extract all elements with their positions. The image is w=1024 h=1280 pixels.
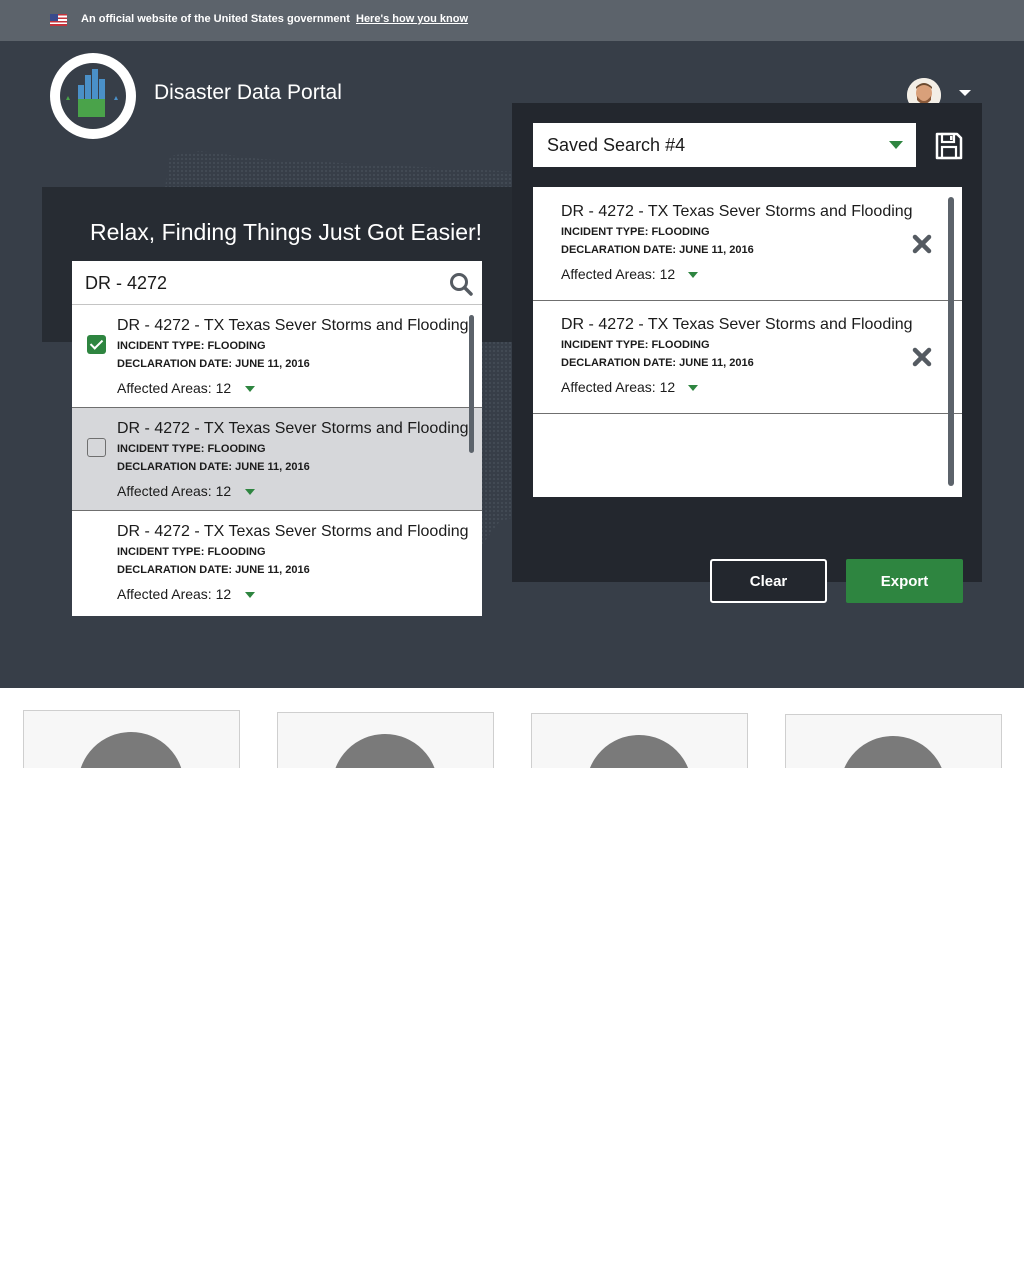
list-item[interactable]: DR - 4272 - TX Texas Sever Storms and Fl… bbox=[72, 305, 482, 408]
result-affected-areas: Affected Areas: 12 bbox=[117, 380, 232, 396]
portal-title: Disaster Data Portal bbox=[154, 81, 342, 104]
profile-card[interactable] bbox=[785, 714, 1002, 768]
saved-search-select[interactable]: Saved Search #4 bbox=[533, 123, 916, 167]
saved-item-title: DR - 4272 - TX Texas Sever Storms and Fl… bbox=[561, 203, 913, 220]
saved-list-scrollbar[interactable] bbox=[948, 197, 954, 486]
hud-seal-logo bbox=[50, 53, 136, 139]
checkbox-unchecked[interactable] bbox=[87, 438, 106, 457]
close-icon[interactable] bbox=[912, 234, 932, 254]
result-affected-areas: Affected Areas: 12 bbox=[117, 586, 232, 602]
profile-card[interactable] bbox=[277, 712, 494, 768]
result-incident-type: INCIDENT TYPE: FLOODING bbox=[117, 443, 266, 455]
chevron-down-icon[interactable] bbox=[245, 489, 255, 495]
chevron-down-icon[interactable] bbox=[688, 272, 698, 278]
result-title: DR - 4272 - TX Texas Sever Storms and Fl… bbox=[117, 317, 469, 334]
list-item: DR - 4272 - TX Texas Sever Storms and Fl… bbox=[533, 187, 962, 301]
saved-items-list: DR - 4272 - TX Texas Sever Storms and Fl… bbox=[533, 187, 962, 497]
gov-banner-link[interactable]: Here's how you know bbox=[356, 13, 468, 25]
saved-item-declaration-date: DECLARATION DATE: JUNE 11, 2016 bbox=[561, 357, 754, 369]
result-declaration-date: DECLARATION DATE: JUNE 11, 2016 bbox=[117, 461, 310, 473]
result-declaration-date: DECLARATION DATE: JUNE 11, 2016 bbox=[117, 564, 310, 576]
chevron-down-icon[interactable] bbox=[245, 386, 255, 392]
search-results-list: DR - 4272 - TX Texas Sever Storms and Fl… bbox=[72, 305, 482, 616]
result-incident-type: INCIDENT TYPE: FLOODING bbox=[117, 340, 266, 352]
result-affected-areas: Affected Areas: 12 bbox=[117, 483, 232, 499]
profile-card[interactable] bbox=[531, 713, 748, 768]
profile-card[interactable] bbox=[23, 710, 240, 768]
saved-item-affected-areas: Affected Areas: 12 bbox=[561, 266, 676, 282]
search-icon[interactable] bbox=[448, 271, 474, 297]
saved-item-incident-type: INCIDENT TYPE: FLOODING bbox=[561, 226, 710, 238]
close-icon[interactable] bbox=[912, 347, 932, 367]
result-incident-type: INCIDENT TYPE: FLOODING bbox=[117, 546, 266, 558]
result-title: DR - 4272 - TX Texas Sever Storms and Fl… bbox=[117, 523, 469, 540]
saved-item-affected-areas: Affected Areas: 12 bbox=[561, 379, 676, 395]
chevron-down-icon[interactable] bbox=[245, 592, 255, 598]
list-item[interactable]: DR - 4272 - TX Texas Sever Storms and Fl… bbox=[72, 511, 482, 614]
saved-item-declaration-date: DECLARATION DATE: JUNE 11, 2016 bbox=[561, 244, 754, 256]
list-item: DR - 4272 - TX Texas Sever Storms and Fl… bbox=[533, 300, 962, 414]
saved-search-selected: Saved Search #4 bbox=[547, 135, 686, 155]
user-menu-chevron-down-icon[interactable] bbox=[959, 90, 971, 96]
list-item[interactable]: DR - 4272 - TX Texas Sever Storms and Fl… bbox=[72, 408, 482, 511]
cards-strip bbox=[0, 688, 1024, 768]
result-declaration-date: DECLARATION DATE: JUNE 11, 2016 bbox=[117, 358, 310, 370]
saved-item-incident-type: INCIDENT TYPE: FLOODING bbox=[561, 339, 710, 351]
clear-button[interactable]: Clear bbox=[710, 559, 827, 603]
search-heading: Relax, Finding Things Just Got Easier! bbox=[90, 219, 483, 245]
avatar bbox=[840, 736, 946, 768]
search-input-value[interactable]: DR - 4272 bbox=[85, 273, 167, 294]
checkbox-checked[interactable] bbox=[87, 335, 106, 354]
avatar bbox=[78, 732, 184, 768]
result-title: DR - 4272 - TX Texas Sever Storms and Fl… bbox=[117, 420, 469, 437]
save-icon[interactable] bbox=[934, 131, 964, 161]
chevron-down-icon[interactable] bbox=[889, 141, 903, 149]
avatar bbox=[586, 735, 692, 768]
us-flag-icon bbox=[50, 14, 67, 26]
gov-banner: An official website of the United States… bbox=[0, 0, 1024, 41]
avatar bbox=[332, 734, 438, 768]
saved-item-title: DR - 4272 - TX Texas Sever Storms and Fl… bbox=[561, 316, 913, 333]
gov-banner-text: An official website of the United States… bbox=[81, 13, 350, 25]
export-button[interactable]: Export bbox=[846, 559, 963, 603]
results-scrollbar[interactable] bbox=[469, 315, 474, 453]
search-input[interactable]: DR - 4272 bbox=[72, 261, 482, 305]
chevron-down-icon[interactable] bbox=[688, 385, 698, 391]
